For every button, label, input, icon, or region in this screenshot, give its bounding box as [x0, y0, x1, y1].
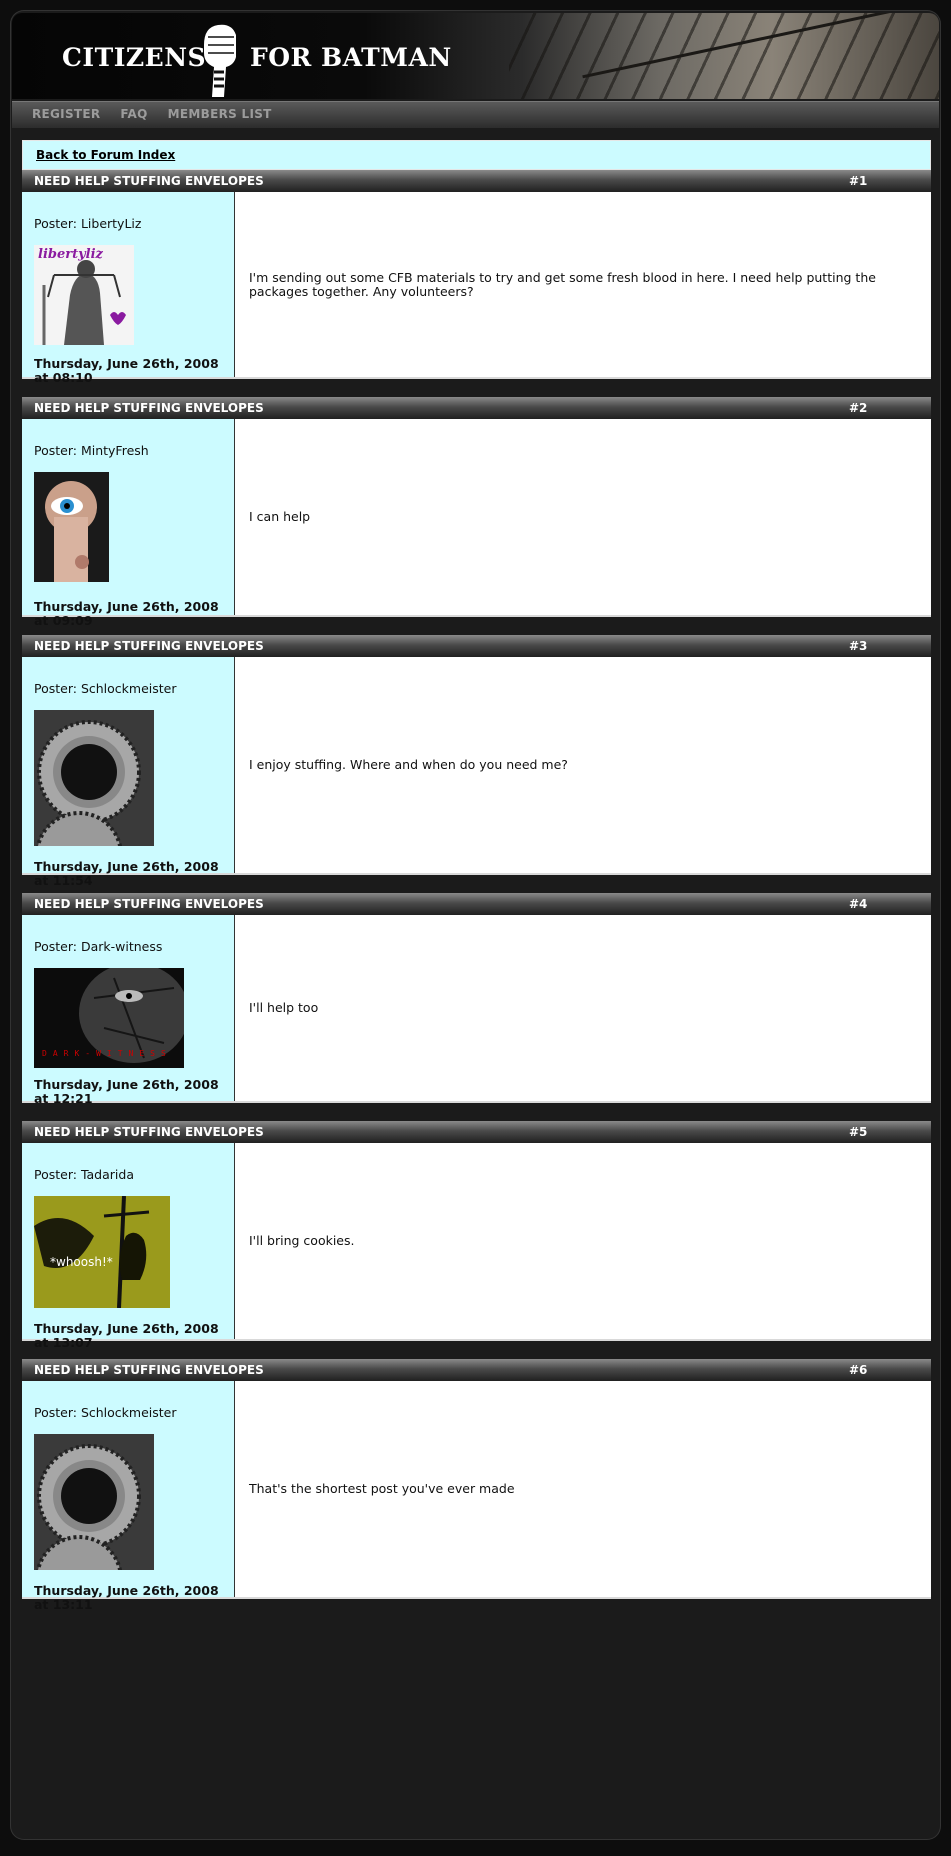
poster-name: Poster: Schlockmeister	[34, 1405, 177, 1420]
poster-panel: Poster: MintyFresh Thursday, June 26th, …	[22, 419, 235, 628]
nav-register[interactable]: REGISTER	[32, 107, 100, 121]
svg-text:DARK-WITNESS: DARK-WITNESS	[42, 1049, 172, 1058]
logo-text-right: FOR BATMAN	[250, 43, 452, 72]
libertyliz-avatar-icon[interactable]: libertyliz	[34, 245, 134, 345]
post-title: NEED HELP STUFFING ENVELOPES	[34, 1363, 264, 1377]
post-body: Poster: Dark-witness DARK-WITNESS Thursd…	[22, 915, 931, 1106]
post-date: Thursday, June 26th, 2008 at 08:10	[34, 356, 219, 385]
poster-panel: Poster: LibertyLiz libertyliz Thursday, …	[22, 192, 235, 385]
post-message: I enjoy stuffing. Where and when do you …	[249, 757, 568, 772]
camera-lens-avatar-icon[interactable]	[34, 1434, 154, 1570]
post-date: Thursday, June 26th, 2008 at 13:07	[34, 1321, 219, 1350]
whoosh-avatar-icon[interactable]: *whoosh!*	[34, 1196, 170, 1308]
post-date: Thursday, June 26th, 2008 at 13:11	[34, 1583, 219, 1612]
post-date: Thursday, June 26th, 2008 at 09:09	[34, 599, 219, 628]
poster-name: Poster: LibertyLiz	[34, 216, 142, 231]
post: NEED HELP STUFFING ENVELOPES #5 Poster: …	[22, 1121, 931, 1350]
post-header: NEED HELP STUFFING ENVELOPES #6	[22, 1359, 931, 1381]
post-body: Poster: Tadarida *whoosh!* Thursday, Jun…	[22, 1143, 931, 1350]
post-header: NEED HELP STUFFING ENVELOPES #2	[22, 397, 931, 419]
back-bar: Back to Forum Index	[22, 140, 931, 170]
post-number: #4	[849, 897, 868, 911]
post-message: I'm sending out some CFB materials to tr…	[249, 269, 876, 299]
post-title: NEED HELP STUFFING ENVELOPES	[34, 639, 264, 653]
poster-name: Poster: Tadarida	[34, 1167, 134, 1182]
post-title: NEED HELP STUFFING ENVELOPES	[34, 1125, 264, 1139]
post-header: NEED HELP STUFFING ENVELOPES #4	[22, 893, 931, 915]
site-banner: CITIZENS FOR BATMAN	[12, 13, 939, 99]
nav-members-list[interactable]: MEMBERS LIST	[168, 107, 272, 121]
post-number: #2	[849, 401, 868, 415]
post-date: Thursday, June 26th, 2008 at 12:21	[34, 1077, 219, 1106]
post: NEED HELP STUFFING ENVELOPES #3 Poster: …	[22, 635, 931, 888]
post-message: I'll help too	[249, 1000, 319, 1015]
post: NEED HELP STUFFING ENVELOPES #1 Poster: …	[22, 170, 931, 385]
post-message: I can help	[249, 509, 311, 524]
post-number: #1	[849, 174, 868, 188]
post: NEED HELP STUFFING ENVELOPES #4 Poster: …	[22, 893, 931, 1106]
fist-icon	[204, 24, 236, 97]
post-header: NEED HELP STUFFING ENVELOPES #1	[22, 170, 931, 192]
post-title: NEED HELP STUFFING ENVELOPES	[34, 174, 264, 188]
poster-panel: Poster: Schlockmeister Thursday, June 26…	[22, 1381, 235, 1612]
avatar-caption: libertyliz	[38, 247, 104, 262]
post-title: NEED HELP STUFFING ENVELOPES	[34, 897, 264, 911]
post-message: I'll bring cookies.	[249, 1233, 355, 1248]
post: NEED HELP STUFFING ENVELOPES #6 Poster: …	[22, 1359, 931, 1612]
avatar-caption: *whoosh!*	[50, 1255, 113, 1269]
keyhole-eye-avatar-icon[interactable]	[34, 472, 109, 582]
nav-faq[interactable]: FAQ	[120, 107, 147, 121]
poster-name: Poster: Schlockmeister	[34, 681, 177, 696]
post: NEED HELP STUFFING ENVELOPES #2 Poster: …	[22, 397, 931, 628]
poster-panel: Poster: Dark-witness DARK-WITNESS Thursd…	[22, 915, 235, 1106]
post-body: Poster: Schlockmeister Thursday, June 26…	[22, 1381, 931, 1612]
camera-lens-avatar-icon[interactable]	[34, 710, 154, 846]
dark-face-avatar-icon[interactable]: DARK-WITNESS	[34, 968, 184, 1068]
post-body: Poster: Schlockmeister Thursday, June 26…	[22, 657, 931, 888]
post-message: That's the shortest post you've ever mad…	[249, 1481, 515, 1496]
logo-text-left: CITIZENS	[62, 43, 207, 72]
post-number: #3	[849, 639, 868, 653]
post-header: NEED HELP STUFFING ENVELOPES #5	[22, 1121, 931, 1143]
post-title: NEED HELP STUFFING ENVELOPES	[34, 401, 264, 415]
post-header: NEED HELP STUFFING ENVELOPES #3	[22, 635, 931, 657]
poster-name: Poster: MintyFresh	[34, 443, 149, 458]
post-date: Thursday, June 26th, 2008 at 11:54	[34, 859, 219, 888]
thread-content: Back to Forum Index NEED HELP STUFFING E…	[22, 140, 931, 1617]
post-body: Poster: MintyFresh Thursday, June 26th, …	[22, 419, 931, 628]
post-body: Poster: LibertyLiz libertyliz Thursday, …	[22, 192, 931, 385]
back-to-forum-index-link[interactable]: Back to Forum Index	[36, 148, 175, 162]
poster-name: Poster: Dark-witness	[34, 939, 163, 954]
top-nav: REGISTER FAQ MEMBERS LIST	[12, 101, 939, 128]
banner-stair-graphic	[509, 13, 939, 99]
poster-panel: Poster: Schlockmeister Thursday, June 26…	[22, 657, 235, 888]
post-number: #5	[849, 1125, 868, 1139]
post-number: #6	[849, 1363, 868, 1377]
poster-panel: Poster: Tadarida *whoosh!* Thursday, Jun…	[22, 1143, 235, 1350]
